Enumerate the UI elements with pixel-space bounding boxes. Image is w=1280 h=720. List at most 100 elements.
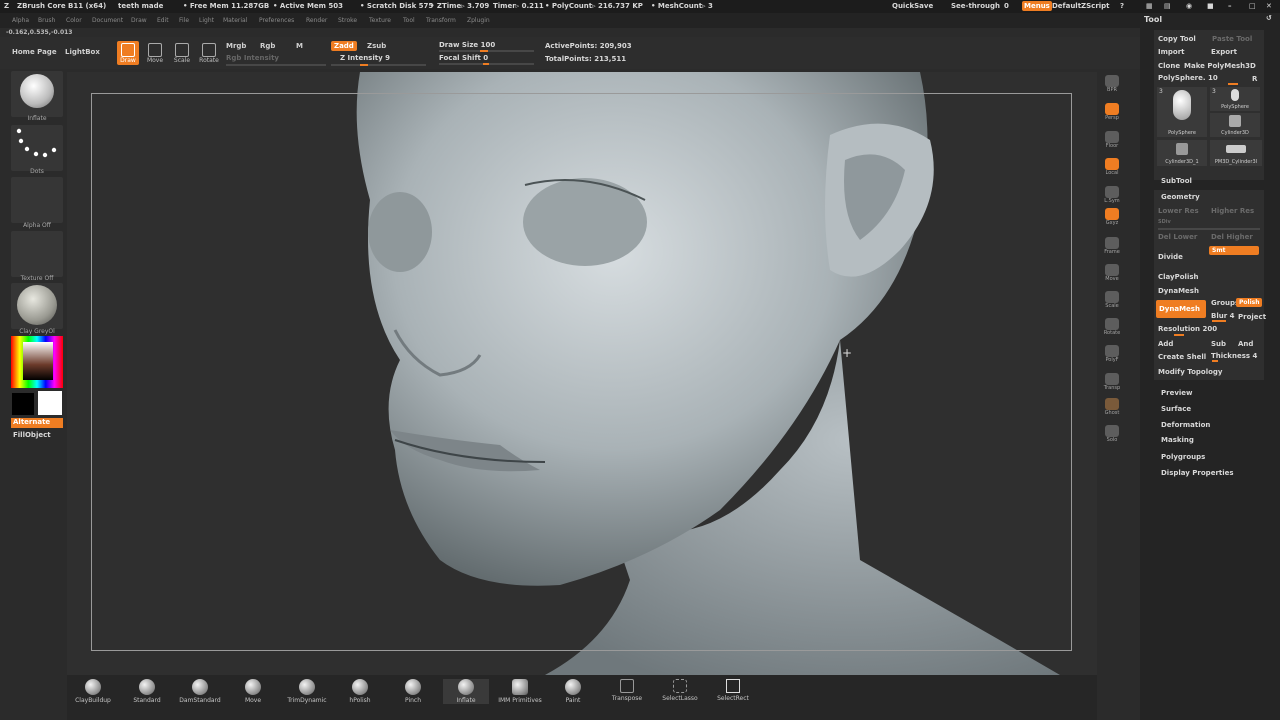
polish-toggle[interactable]: Polish <box>1236 298 1263 307</box>
alternate-button[interactable]: Alternate <box>11 418 63 428</box>
panel-close-icon[interactable]: ↺ <box>1266 14 1272 22</box>
tool-thumb-5[interactable]: PM3D_Cylinder3I <box>1210 140 1262 166</box>
surface-section[interactable]: Surface <box>1161 405 1191 413</box>
preview-section[interactable]: Preview <box>1161 389 1193 397</box>
copy-tool-button[interactable]: Copy Tool <box>1158 35 1196 43</box>
draw-size-slider[interactable]: Draw Size 100 <box>439 41 495 49</box>
menu-texture[interactable]: Texture <box>369 17 391 24</box>
current-tool-slider[interactable]: PolySphere. 10 <box>1158 74 1218 82</box>
brush-trimdynamic[interactable]: TrimDynamic <box>284 679 330 704</box>
display-properties-section[interactable]: Display Properties <box>1161 469 1234 477</box>
rotate-mode-button[interactable]: Rotate <box>198 41 220 65</box>
dynamesh-section[interactable]: DynaMesh <box>1158 287 1199 295</box>
minimize-icon[interactable]: – <box>1228 2 1232 10</box>
brush-imm-primitives[interactable]: IMM Primitives <box>494 679 546 704</box>
and-button[interactable]: And <box>1238 340 1253 348</box>
draw-mode-button[interactable]: Draw <box>117 41 139 65</box>
tool-thumb-2[interactable]: 3 PolySphere <box>1210 87 1260 111</box>
help-icon[interactable]: ? <box>1120 2 1124 10</box>
geometry-section[interactable]: Geometry <box>1161 193 1200 201</box>
brush-damstandard[interactable]: DamStandard <box>177 679 223 704</box>
divide-button[interactable]: Divide <box>1158 253 1183 261</box>
brush-claybuildup[interactable]: ClayBuildup <box>70 679 116 704</box>
rgb-intensity-slider[interactable]: Rgb Intensity <box>226 54 279 62</box>
menu-brush[interactable]: Brush <box>38 17 55 24</box>
tool-thumb-4[interactable]: Cylinder3D_1 <box>1157 140 1207 166</box>
menu-color[interactable]: Color <box>66 17 82 24</box>
menu-stroke[interactable]: Stroke <box>338 17 357 24</box>
modify-topology-section[interactable]: Modify Topology <box>1158 368 1223 376</box>
masking-section[interactable]: Masking <box>1161 436 1194 444</box>
create-shell-button[interactable]: Create Shell <box>1158 353 1206 361</box>
menu-zplugin[interactable]: Zplugin <box>467 17 490 24</box>
add-button[interactable]: Add <box>1158 340 1173 348</box>
scale-mode-button[interactable]: Scale <box>171 41 193 65</box>
close-icon[interactable]: ✕ <box>1266 2 1272 10</box>
menu-tool[interactable]: Tool <box>403 17 415 24</box>
del-higher-button[interactable]: Del Higher <box>1211 233 1253 241</box>
lock-icon[interactable]: ■ <box>1207 2 1214 10</box>
ghost-button[interactable]: Ghost <box>1101 397 1123 419</box>
lightbox-button[interactable]: LightBox <box>65 48 100 56</box>
sub-button[interactable]: Sub <box>1211 340 1226 348</box>
persp-button[interactable]: Persp <box>1101 102 1123 124</box>
brush-transpose[interactable]: Transpose <box>604 679 650 702</box>
layout2-icon[interactable]: ▤ <box>1164 2 1171 10</box>
stroke-thumbnail[interactable] <box>11 125 63 171</box>
menu-render[interactable]: Render <box>306 17 327 24</box>
bpr-button[interactable]: BPR <box>1101 74 1123 96</box>
brush-standard[interactable]: Standard <box>124 679 170 704</box>
groups-toggle[interactable]: Groups <box>1211 299 1239 307</box>
frame-button[interactable]: Frame <box>1101 236 1123 258</box>
menu-preferences[interactable]: Preferences <box>259 17 294 24</box>
z-intensity-slider[interactable]: Z Intensity 9 <box>340 54 390 62</box>
brush-move[interactable]: Move <box>230 679 276 704</box>
texture-thumbnail[interactable] <box>11 231 63 277</box>
home-page-button[interactable]: Home Page <box>12 48 57 56</box>
polygroups-section[interactable]: Polygroups <box>1161 453 1205 461</box>
higher-res-button[interactable]: Higher Res <box>1211 207 1254 215</box>
subtool-section[interactable]: SubTool <box>1161 177 1192 185</box>
dynamesh-button[interactable]: DynaMesh <box>1156 300 1206 318</box>
menu-material[interactable]: Material <box>223 17 247 24</box>
clone-button[interactable]: Clone <box>1158 62 1180 70</box>
menu-light[interactable]: Light <box>199 17 214 24</box>
blur-slider[interactable]: Blur 4 <box>1211 312 1234 320</box>
zscript-button[interactable]: DefaultZScript <box>1052 2 1110 10</box>
smt-toggle[interactable]: Smt <box>1209 246 1259 255</box>
import-button[interactable]: Import <box>1158 48 1185 56</box>
move-mode-button[interactable]: Move <box>144 41 166 65</box>
tool-thumb-3[interactable]: Cylinder3D <box>1210 113 1260 137</box>
menu-draw[interactable]: Draw <box>131 17 147 24</box>
menu-edit[interactable]: Edit <box>157 17 169 24</box>
menu-document[interactable]: Document <box>92 17 123 24</box>
color-picker-square[interactable] <box>23 342 53 380</box>
menu-file[interactable]: File <box>179 17 189 24</box>
color-picker[interactable] <box>11 336 63 388</box>
brush-selectrect[interactable]: SelectRect <box>710 679 756 702</box>
alpha-thumbnail[interactable] <box>11 177 63 223</box>
brush-paint[interactable]: Paint <box>550 679 596 704</box>
focal-shift-slider[interactable]: Focal Shift 0 <box>439 54 488 62</box>
local-button[interactable]: Local <box>1101 157 1123 179</box>
mrgb-button[interactable]: Mrgb <box>226 42 246 50</box>
layout-icon[interactable]: ▦ <box>1146 2 1153 10</box>
menus-button[interactable]: Menus <box>1022 1 1052 11</box>
move-view-button[interactable]: Move <box>1101 263 1123 285</box>
deformation-section[interactable]: Deformation <box>1161 421 1210 429</box>
claypolish-section[interactable]: ClayPolish <box>1158 273 1199 281</box>
m-button[interactable]: M <box>296 42 303 50</box>
quicksave-button[interactable]: QuickSave <box>892 2 933 10</box>
menu-alpha[interactable]: Alpha <box>12 17 29 24</box>
rgb-button[interactable]: Rgb <box>260 42 275 50</box>
material-thumbnail[interactable] <box>11 283 63 329</box>
zsub-button[interactable]: Zsub <box>367 42 386 50</box>
resolution-slider[interactable]: Resolution 200 <box>1158 325 1217 333</box>
lsym-button[interactable]: L.Sym <box>1101 185 1123 207</box>
lower-res-button[interactable]: Lower Res <box>1158 207 1199 215</box>
main-color-swatch[interactable] <box>38 391 62 415</box>
make-polymesh-button[interactable]: Make PolyMesh3D <box>1184 62 1256 70</box>
maximize-icon[interactable]: □ <box>1249 2 1256 10</box>
project-toggle[interactable]: Project <box>1238 313 1266 321</box>
brush-pinch[interactable]: Pinch <box>390 679 436 704</box>
